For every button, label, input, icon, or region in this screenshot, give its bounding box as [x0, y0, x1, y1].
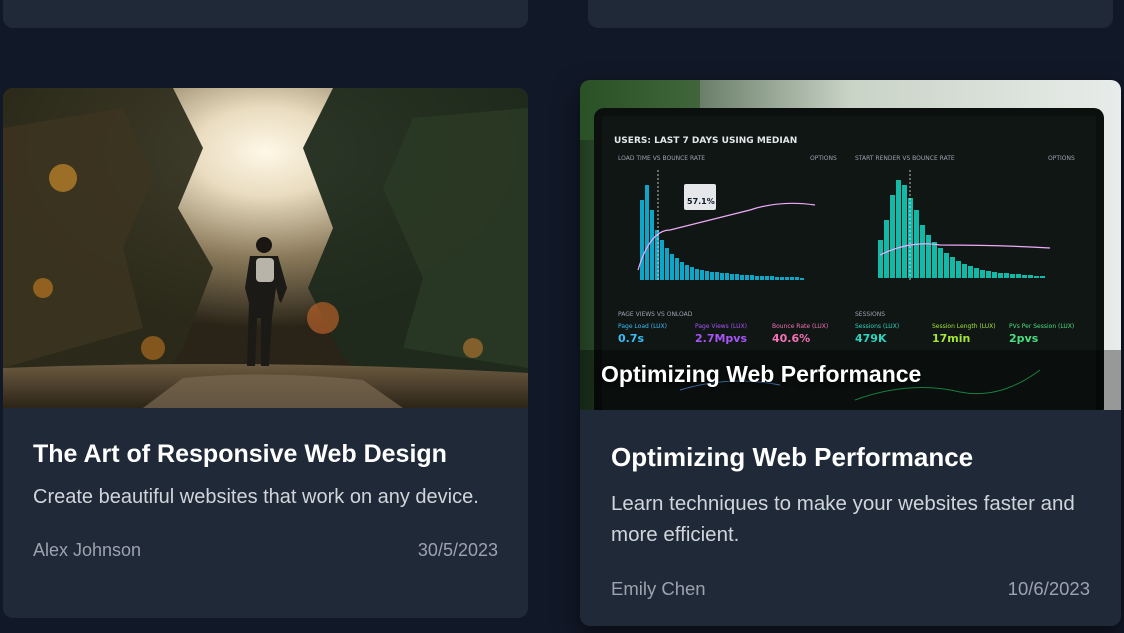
card-date: 10/6/2023: [1007, 578, 1090, 599]
card-description: Learn techniques to make your websites f…: [611, 492, 1075, 546]
card-image-analytics-dashboard: USERS: LAST 7 DAYS USING MEDIAN LOAD TIM…: [580, 80, 1121, 410]
panel-right-title: START RENDER VS BOUNCE RATE: [855, 155, 955, 162]
sessions-label: SESSIONS: [855, 311, 885, 318]
card-meta: Alex Johnson 30/5/2023: [33, 540, 498, 561]
metric-value: 479K: [855, 332, 887, 345]
card-title[interactable]: The Art of Responsive Web Design: [33, 438, 498, 470]
card-title[interactable]: Optimizing Web Performance: [611, 440, 1090, 474]
card-image-forest-hiker: [3, 88, 528, 408]
card-author: Emily Chen: [611, 578, 706, 599]
metric-label: Page Load (LUX): [618, 323, 667, 330]
metric-label: PVs Per Session (LUX): [1009, 323, 1074, 330]
article-card-web-performance[interactable]: USERS: LAST 7 DAYS USING MEDIAN LOAD TIM…: [580, 80, 1121, 626]
page-views-label: PAGE VIEWS VS ONLOAD: [618, 311, 693, 318]
metric-value: 0.7s: [618, 332, 644, 345]
previous-card-right[interactable]: [588, 0, 1113, 28]
card-author: Alex Johnson: [33, 540, 142, 560]
metric-value: 40.6%: [772, 332, 810, 345]
card-description: Create beautiful websites that work on a…: [33, 486, 479, 508]
image-overlay-title: Optimizing Web Performance: [601, 361, 922, 387]
panel-left-options: OPTIONS: [810, 155, 837, 162]
metric-value: 2.7Mpvs: [695, 332, 747, 345]
metric-label: Bounce Rate (LUX): [772, 323, 828, 330]
card-date: 30/5/2023: [417, 540, 498, 560]
metric-label: Page Views (LUX): [695, 323, 747, 330]
metric-label: Sessions (LUX): [855, 323, 899, 330]
previous-card-left[interactable]: [3, 0, 528, 28]
article-card-responsive-design[interactable]: The Art of Responsive Web Design Create …: [3, 88, 528, 618]
metric-label: Session Length (LUX): [932, 323, 996, 330]
card-meta: Emily Chen 10/6/2023: [611, 578, 1090, 600]
dashboard-header: USERS: LAST 7 DAYS USING MEDIAN: [614, 136, 797, 146]
metric-value: 17min: [932, 332, 970, 345]
tooltip-value: 57.1%: [687, 197, 715, 206]
panel-right-options: OPTIONS: [1048, 155, 1075, 162]
metric-value: 2pvs: [1009, 332, 1039, 345]
panel-left-title: LOAD TIME VS BOUNCE RATE: [618, 155, 705, 162]
